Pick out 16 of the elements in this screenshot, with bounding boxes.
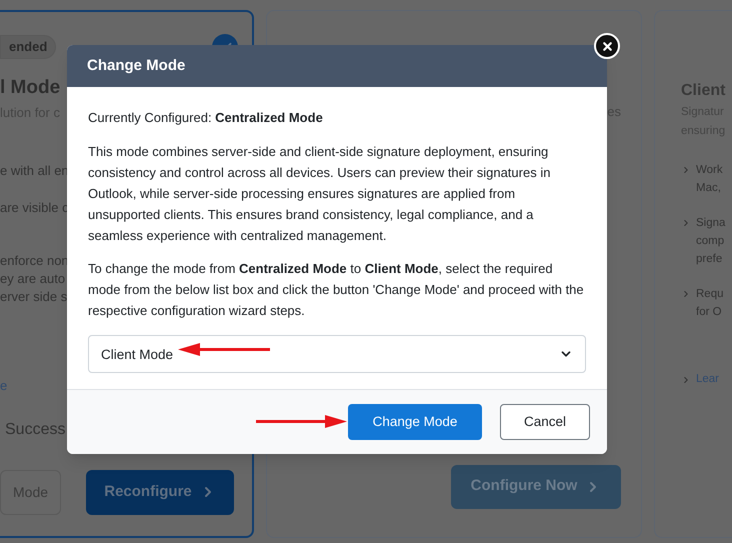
- learn-more-link[interactable]: Lear: [696, 371, 720, 388]
- dialog-title: Change Mode: [87, 56, 186, 76]
- learn-more-link[interactable]: e: [0, 376, 8, 396]
- arrow-icon: [256, 415, 347, 428]
- mode-select[interactable]: Client Mode: [88, 335, 586, 373]
- close-icon: [600, 40, 614, 52]
- cancel-button[interactable]: Cancel: [500, 404, 590, 440]
- card-title: l Mode: [0, 76, 60, 100]
- arrow-icon: [178, 343, 271, 356]
- reconfigure-button[interactable]: Reconfigure: [86, 470, 234, 514]
- close-button[interactable]: [594, 33, 620, 59]
- instructions-text: To change the mode from Centralized Mode to Client Mode, select the required mode from the below list box and click the button 'Change Mode' and proceed with the respective configuration wizard steps.: [88, 260, 585, 320]
- mode-description: This mode combines server-side and client-side signature deployment, ensuring consistency and control across all devices. Users can preview their signatures in Outlook, while server-side processing ensures signatures are applied from unsupported clients. This ensures brand consistency, legal compliance, and a seamless experience with centralized management.: [88, 143, 552, 245]
- current-mode-text: Currently Configured: Centralized Mode: [88, 109, 324, 127]
- configure-now-button[interactable]: Configure Now: [451, 464, 621, 508]
- change-mode-button[interactable]: Change Mode: [348, 404, 482, 440]
